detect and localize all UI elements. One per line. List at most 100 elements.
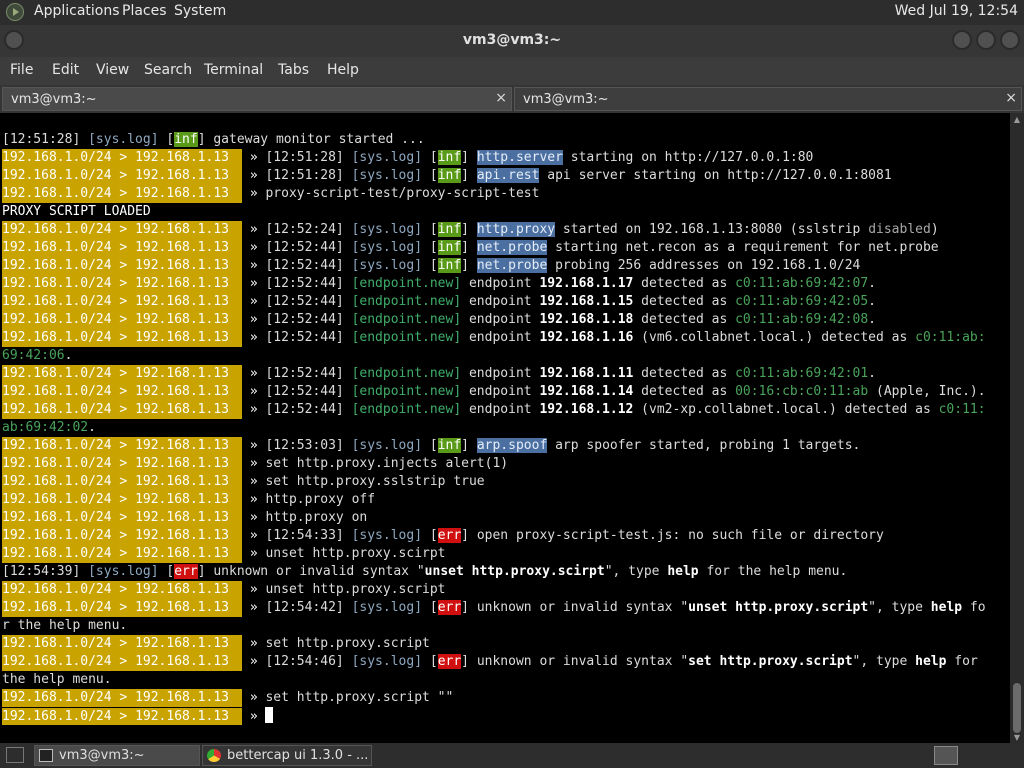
endpoint-tag: [endpoint.new] bbox=[351, 384, 462, 399]
log-text: unset http.proxy.script bbox=[265, 582, 446, 597]
menu-places[interactable]: Places bbox=[122, 3, 167, 19]
module-name: http.server bbox=[476, 150, 563, 165]
log-text: detected as bbox=[633, 276, 736, 291]
prompt-arrow: > bbox=[111, 168, 136, 183]
scroll-down-icon[interactable]: ▼ bbox=[1012, 733, 1022, 742]
prompt-prefix: 192.168.1.0/24 > 192.168.1.13 bbox=[2, 527, 242, 545]
prompt-host: 192.168.1.13 bbox=[135, 492, 229, 507]
info-tag: inf bbox=[437, 240, 462, 255]
log-source: [sys.log] bbox=[351, 654, 423, 669]
highlight-text: help bbox=[915, 654, 947, 669]
log-text: [12:52:44] bbox=[265, 402, 352, 417]
highlight-text: 192.168.1.16 bbox=[539, 330, 634, 345]
terminal-line: 192.168.1.0/24 > 192.168.1.13 » [12:52:4… bbox=[2, 401, 1010, 419]
scroll-up-icon[interactable]: ▲ bbox=[1012, 115, 1022, 124]
prompt-arrow: > bbox=[111, 330, 136, 345]
menu-system[interactable]: System bbox=[174, 3, 226, 19]
log-text: [12:54:46] bbox=[265, 654, 352, 669]
menu-edit[interactable]: Edit bbox=[52, 62, 79, 78]
log-text: [ bbox=[422, 240, 438, 255]
taskbar-item-terminal[interactable]: vm3@vm3:~ bbox=[34, 745, 200, 766]
terminal-output[interactable]: [12:51:28] [sys.log] [inf] gateway monit… bbox=[0, 113, 1010, 743]
workspace-switcher[interactable] bbox=[934, 746, 958, 765]
log-text: for bbox=[946, 654, 978, 669]
log-source: [sys.log] bbox=[351, 438, 423, 453]
terminal-line: 192.168.1.0/24 > 192.168.1.13 » [12:52:4… bbox=[2, 311, 1010, 329]
prompt-prefix: 192.168.1.0/24 > 192.168.1.13 bbox=[2, 455, 242, 473]
prompt-chevron: » bbox=[242, 528, 266, 543]
highlight-text: unset http.proxy.script bbox=[688, 600, 869, 615]
terminal-lines: [12:51:28] [sys.log] [inf] gateway monit… bbox=[2, 131, 1010, 725]
prompt-prefix: 192.168.1.0/24 > 192.168.1.13 bbox=[2, 185, 242, 203]
highlight-text: 192.168.1.14 bbox=[539, 384, 634, 399]
log-text: detected as bbox=[633, 312, 736, 327]
tab-close-icon[interactable]: × bbox=[495, 90, 507, 106]
show-desktop-icon[interactable] bbox=[6, 747, 24, 763]
prompt-subnet: 192.168.1.0/24 bbox=[2, 474, 112, 489]
prompt-arrow: > bbox=[111, 258, 136, 273]
menu-view[interactable]: View bbox=[96, 62, 129, 78]
prompt-arrow: > bbox=[111, 528, 136, 543]
menu-search[interactable]: Search bbox=[144, 62, 192, 78]
panel-clock[interactable]: Wed Jul 19, 12:54 bbox=[895, 3, 1018, 19]
prompt-subnet: 192.168.1.0/24 bbox=[2, 384, 112, 399]
log-text: [ bbox=[158, 564, 175, 579]
taskbar-item-browser[interactable]: bettercap ui 1.3.0 - ... bbox=[202, 745, 372, 766]
prompt-prefix: 192.168.1.0/24 > 192.168.1.13 bbox=[2, 383, 242, 401]
log-source: [sys.log] bbox=[351, 168, 423, 183]
menu-terminal[interactable]: Terminal bbox=[204, 62, 263, 78]
terminal-line: [12:51:28] [sys.log] [inf] gateway monit… bbox=[2, 131, 1010, 149]
info-tag: inf bbox=[437, 222, 462, 237]
info-tag: inf bbox=[437, 150, 462, 165]
terminal-line: 192.168.1.0/24 > 192.168.1.13 » bbox=[2, 707, 1010, 725]
menu-applications[interactable]: Applications bbox=[34, 3, 120, 19]
mac-address: c0:11:ab:69:42:08 bbox=[735, 312, 869, 327]
terminal-scrollbar[interactable]: ▲ ▼ bbox=[1010, 113, 1024, 743]
prompt-subnet: 192.168.1.0/24 bbox=[2, 366, 112, 381]
log-text: endpoint bbox=[461, 330, 540, 345]
prompt-chevron: » bbox=[242, 168, 266, 183]
prompt-host: 192.168.1.13 bbox=[135, 690, 229, 705]
minimize-button[interactable] bbox=[952, 30, 972, 50]
prompt-host: 192.168.1.13 bbox=[135, 709, 229, 724]
module-name: net.probe bbox=[476, 240, 548, 255]
menu-file[interactable]: File bbox=[10, 62, 33, 78]
prompt-arrow: > bbox=[111, 690, 136, 705]
tab-close-icon[interactable]: × bbox=[1005, 90, 1017, 106]
log-text: [12:51:28] bbox=[265, 150, 352, 165]
distro-logo-icon[interactable] bbox=[6, 3, 24, 21]
prompt-subnet: 192.168.1.0/24 bbox=[2, 456, 112, 471]
log-source: [sys.log] bbox=[351, 528, 423, 543]
module-name: api.rest bbox=[476, 168, 540, 183]
terminal-line: 192.168.1.0/24 > 192.168.1.13 » [12:52:4… bbox=[2, 365, 1010, 383]
terminal-line: 192.168.1.0/24 > 192.168.1.13 » set http… bbox=[2, 689, 1010, 707]
close-window-button[interactable] bbox=[1000, 30, 1020, 50]
log-text: (vm6.collabnet.local.) detected as bbox=[633, 330, 916, 345]
window-titlebar[interactable]: vm3@vm3:~ bbox=[0, 25, 1024, 57]
maximize-button[interactable] bbox=[976, 30, 996, 50]
prompt-prefix: 192.168.1.0/24 > 192.168.1.13 bbox=[2, 635, 242, 653]
prompt-arrow: > bbox=[111, 654, 136, 669]
scrollbar-thumb[interactable] bbox=[1013, 683, 1021, 733]
log-text: [12:51:28] bbox=[265, 168, 352, 183]
log-text: [ bbox=[422, 654, 438, 669]
terminal-line: 192.168.1.0/24 > 192.168.1.13 » [12:51:2… bbox=[2, 167, 1010, 185]
prompt-host: 192.168.1.13 bbox=[135, 330, 229, 345]
prompt-prefix: 192.168.1.0/24 > 192.168.1.13 bbox=[2, 509, 242, 527]
log-text: ", type bbox=[868, 600, 931, 615]
info-tag: inf bbox=[174, 132, 198, 147]
tab-terminal-1[interactable]: vm3@vm3:~ × bbox=[2, 87, 512, 111]
log-source: [sys.log] bbox=[351, 222, 423, 237]
log-text: ] bbox=[461, 222, 477, 237]
tab-terminal-2[interactable]: vm3@vm3:~ × bbox=[514, 87, 1022, 111]
prompt-chevron: » bbox=[242, 709, 266, 724]
log-text: ] bbox=[461, 150, 477, 165]
menu-help[interactable]: Help bbox=[327, 62, 359, 78]
log-text: detected as bbox=[633, 294, 736, 309]
prompt-arrow: > bbox=[111, 276, 136, 291]
text-cursor[interactable] bbox=[265, 707, 274, 723]
log-text: starting on http://127.0.0.1:80 bbox=[562, 150, 814, 165]
module-name: net.probe bbox=[476, 258, 548, 273]
menu-tabs[interactable]: Tabs bbox=[278, 62, 309, 78]
log-text: endpoint bbox=[461, 276, 540, 291]
